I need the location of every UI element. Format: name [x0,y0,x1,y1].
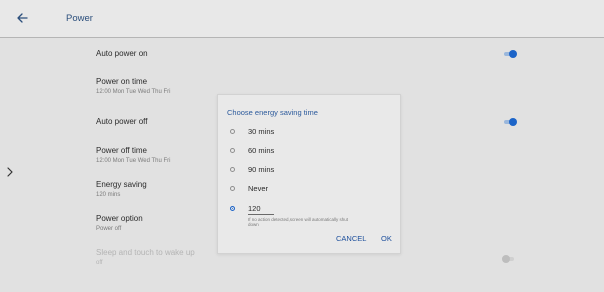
setting-title: Sleep and touch to wake up [96,248,195,257]
custom-minutes-input[interactable] [248,203,274,215]
setting-energy-saving[interactable]: Energy saving 120 mins [96,180,147,198]
option-90-mins[interactable]: 90 mins [228,164,388,176]
setting-title: Power option [96,214,143,223]
toggle-knob [509,118,517,126]
setting-power-option[interactable]: Power option Power off [96,214,143,232]
auto-power-on-toggle[interactable] [503,50,517,58]
toggle-knob [502,255,510,263]
top-bar: Power [0,0,604,38]
option-label: 90 mins [248,165,275,174]
hint-text: If no action detected,screen will automa… [248,217,349,227]
radio-button[interactable] [230,186,235,191]
energy-saving-dialog: Choose energy saving time 30 mins 60 min… [217,94,401,254]
option-label: 30 mins [248,127,275,136]
page-title: Power [66,13,93,24]
option-60-mins[interactable]: 60 mins [228,145,388,157]
setting-power-on-time[interactable]: Power on time 12:00 Mon Tue Wed Thu Fri [96,77,170,95]
setting-auto-power-off[interactable]: Auto power off [96,117,147,126]
setting-power-off-time[interactable]: Power off time 12:00 Mon Tue Wed Thu Fri [96,146,170,164]
arrow-left-icon[interactable] [16,12,28,24]
setting-sleep-touch-wake[interactable]: Sleep and touch to wake up off [96,248,195,266]
setting-subtitle: 120 mins [96,192,121,198]
setting-title: Auto power on [96,49,148,58]
auto-power-off-toggle[interactable] [503,118,517,126]
dialog-title: Choose energy saving time [227,108,318,117]
radio-button[interactable] [230,148,235,153]
toggle-knob [509,50,517,58]
ok-button[interactable]: OK [381,234,392,243]
setting-subtitle: 12:00 Mon Tue Wed Thu Fri [96,89,171,95]
option-custom[interactable] [228,203,244,215]
setting-title: Energy saving [96,180,147,189]
setting-title: Power on time [96,77,148,86]
option-label: Never [248,184,269,193]
radio-button-selected[interactable] [230,206,235,211]
radio-button[interactable] [230,167,235,172]
option-never[interactable]: Never [228,183,388,195]
option-label: 60 mins [248,146,275,155]
option-30-mins[interactable]: 30 mins [228,126,388,138]
cancel-button[interactable]: CANCEL [336,234,366,243]
setting-title: Power off time [96,146,147,155]
setting-subtitle: Power off [96,226,122,232]
setting-subtitle: 12:00 Mon Tue Wed Thu Fri [96,158,171,164]
sleep-touch-toggle[interactable] [501,255,515,263]
chevron-right-icon[interactable] [6,166,14,178]
setting-subtitle: off [96,260,103,266]
setting-auto-power-on[interactable]: Auto power on [96,49,148,58]
setting-title: Auto power off [96,117,148,126]
radio-button[interactable] [230,129,235,134]
